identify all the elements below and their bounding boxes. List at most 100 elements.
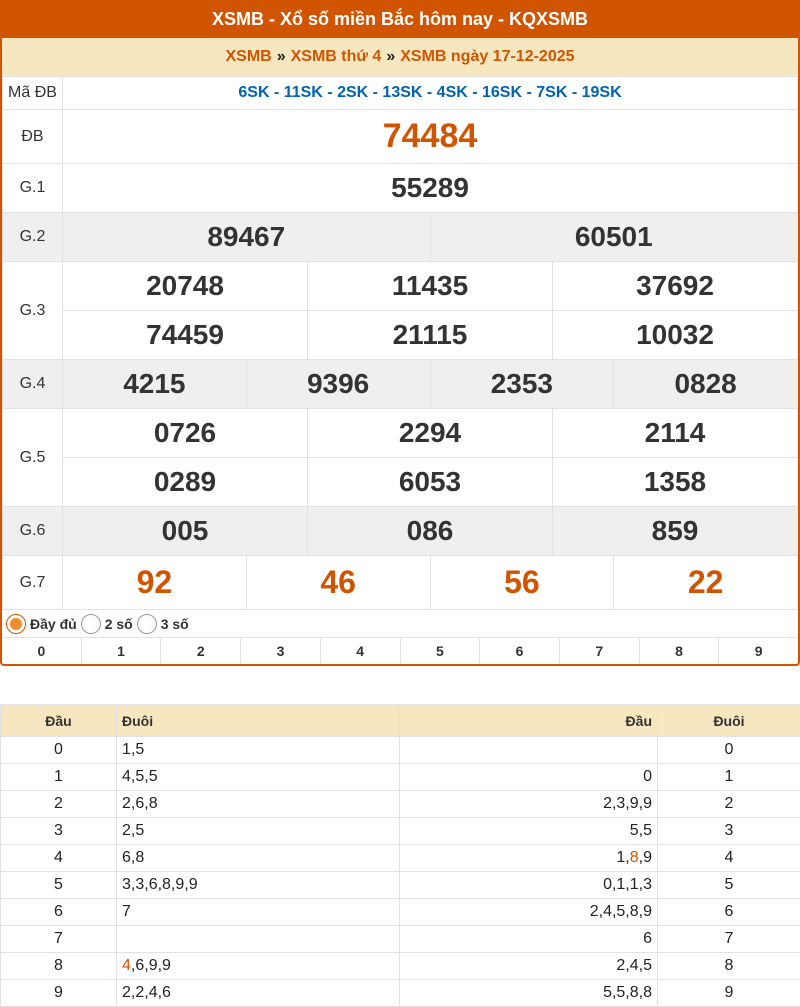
prize-number: 11435: [308, 262, 553, 311]
loto-row: 7 6 7: [1, 926, 800, 953]
loto-header-duoi: Đuôi: [117, 705, 400, 737]
loto-row: 6 7 2,4,5,8,9 6: [1, 899, 800, 926]
option-label: 2 số: [105, 616, 133, 632]
digit-filter-8[interactable]: 8: [640, 638, 720, 664]
loto-dau: 2: [1, 791, 117, 818]
loto-dau: 9: [1, 980, 117, 1007]
loto-dau: 5: [1, 872, 117, 899]
loto-duoi: 2,5: [117, 818, 400, 845]
prize-row-g6: G.6 005 086 859: [3, 507, 798, 556]
digit-filter-9[interactable]: 9: [719, 638, 798, 664]
prize-label: G.4: [3, 360, 63, 409]
loto-duoi2: 6: [658, 899, 800, 926]
loto-dau: 6: [1, 899, 117, 926]
loto-duoi: 1,5: [117, 737, 400, 764]
loto-duoi: 3,3,6,8,9,9: [117, 872, 400, 899]
prize-number: 21115: [308, 311, 553, 360]
prize-label: G.1: [3, 164, 63, 213]
digit-filter-3[interactable]: 3: [241, 638, 321, 664]
prize-number: 859: [553, 507, 798, 556]
loto-value: 1,: [616, 849, 629, 866]
loto-dau2: [400, 737, 658, 764]
loto-dau2: 0,1,1,3: [400, 872, 658, 899]
loto-duoi: 7: [117, 899, 400, 926]
digit-filter-2[interactable]: 2: [161, 638, 241, 664]
loto-duoi2: 0: [658, 737, 800, 764]
option-label: 3 số: [161, 616, 189, 632]
breadcrumb: XSMB » XSMB thứ 4 » XSMB ngày 17-12-2025: [2, 38, 798, 76]
prize-number: 22: [614, 556, 798, 610]
digit-filter-1[interactable]: 1: [82, 638, 162, 664]
prize-label: G.6: [3, 507, 63, 556]
loto-row: 9 2,2,4,6 5,5,8,8 9: [1, 980, 800, 1007]
loto-header-duoi2: Đuôi: [658, 705, 800, 737]
loto-dau2: 1,8,9: [400, 845, 658, 872]
loto-duoi: 2,6,8: [117, 791, 400, 818]
loto-row: 1 4,5,5 0 1: [1, 764, 800, 791]
loto-dau: 0: [1, 737, 117, 764]
digit-filter-7[interactable]: 7: [560, 638, 640, 664]
breadcrumb-date-link[interactable]: XSMB ngày 17-12-2025: [400, 48, 574, 66]
loto-value: ,9: [639, 849, 652, 866]
option-label: Đầy đủ: [30, 616, 77, 632]
prize-label: ĐB: [3, 110, 63, 164]
radio-unselected-icon[interactable]: [137, 614, 157, 634]
prize-row-g5: G.5 0726 2294 2114: [3, 409, 798, 458]
loto-row: 0 1,5 0: [1, 737, 800, 764]
prize-number: 0726: [63, 409, 308, 458]
loto-dau2: 6: [400, 926, 658, 953]
prize-number: 55289: [63, 164, 798, 213]
prize-number: 4215: [63, 360, 247, 409]
prize-number: 0828: [614, 360, 798, 409]
digit-filter-4[interactable]: 4: [321, 638, 401, 664]
loto-duoi2: 8: [658, 953, 800, 980]
page-title: XSMB - Xổ số miền Bắc hôm nay - KQXSMB: [2, 0, 798, 38]
loto-duoi2: 7: [658, 926, 800, 953]
prize-number: 0289: [63, 458, 308, 507]
prize-row-g2: G.2 89467 60501: [3, 213, 798, 262]
prize-number: 086: [308, 507, 553, 556]
prize-label: G.2: [3, 213, 63, 262]
radio-selected-icon[interactable]: [6, 614, 26, 634]
loto-row: 8 4,6,9,9 2,4,5 8: [1, 953, 800, 980]
loto-dau: 3: [1, 818, 117, 845]
prize-number: 1358: [553, 458, 798, 507]
prize-number: 005: [63, 507, 308, 556]
digit-filter-5[interactable]: 5: [401, 638, 481, 664]
loto-dau2: 5,5: [400, 818, 658, 845]
prize-number: 74484: [63, 110, 798, 164]
loto-duoi: [117, 926, 400, 953]
breadcrumb-weekday-link[interactable]: XSMB thứ 4: [291, 48, 382, 66]
loto-dau2: 2,3,9,9: [400, 791, 658, 818]
breadcrumb-home-link[interactable]: XSMB: [225, 48, 271, 66]
loto-header-dau2: Đầu: [400, 705, 658, 737]
loto-highlight-value: 8: [630, 849, 639, 866]
loto-duoi2: 2: [658, 791, 800, 818]
loto-row: 2 2,6,8 2,3,9,9 2: [1, 791, 800, 818]
prize-row-g3: 74459 21115 10032: [3, 311, 798, 360]
prize-number: 46: [246, 556, 430, 610]
prize-row-g5: 0289 6053 1358: [3, 458, 798, 507]
prize-label: Mã ĐB: [3, 77, 63, 110]
prize-number: 2114: [553, 409, 798, 458]
prize-label: G.7: [3, 556, 63, 610]
loto-value: ,6,9,9: [131, 957, 171, 974]
loto-dau: 8: [1, 953, 117, 980]
prize-row-g7: G.7 92 46 56 22: [3, 556, 798, 610]
loto-table: Đầu Đuôi Đầu Đuôi 0 1,5 0 1 4,5,5 0 1 2 …: [0, 704, 800, 1007]
prize-number: 37692: [553, 262, 798, 311]
loto-dau2: 5,5,8,8: [400, 980, 658, 1007]
loto-dau2: 2,4,5: [400, 953, 658, 980]
option-3-digits[interactable]: 3 số: [137, 614, 189, 634]
digit-filter: 0 1 2 3 4 5 6 7 8 9: [2, 638, 798, 664]
digit-filter-0[interactable]: 0: [2, 638, 82, 664]
prize-number: 20748: [63, 262, 308, 311]
digit-filter-6[interactable]: 6: [480, 638, 560, 664]
loto-dau2: 2,4,5,8,9: [400, 899, 658, 926]
results-box: XSMB - Xổ số miền Bắc hôm nay - KQXSMB X…: [0, 0, 800, 666]
radio-unselected-icon[interactable]: [81, 614, 101, 634]
option-2-digits[interactable]: 2 số: [81, 614, 133, 634]
breadcrumb-separator: »: [277, 48, 286, 66]
option-full[interactable]: Đầy đủ: [6, 614, 77, 634]
loto-dau: 7: [1, 926, 117, 953]
